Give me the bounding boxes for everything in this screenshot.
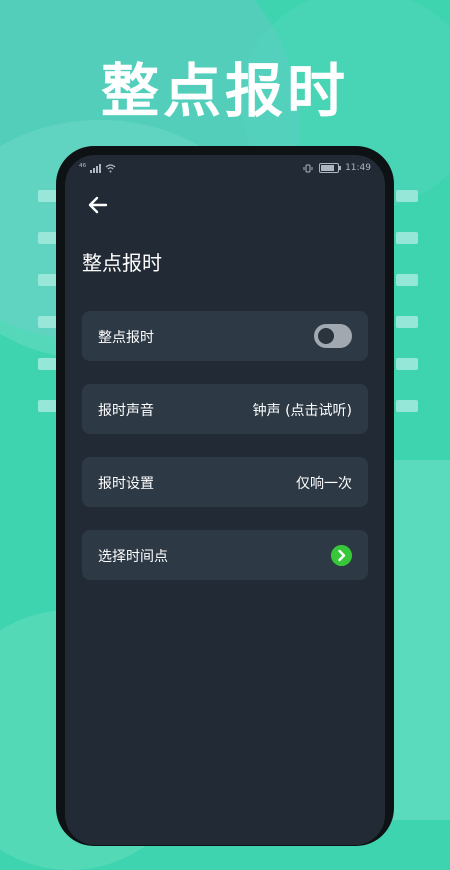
network-type: ⁴⁶ [79,163,87,173]
signal-icon [90,163,102,173]
chime-setting-row[interactable]: 报时设置 仅响一次 [82,457,368,507]
chime-sound-value: 钟声 (点击试听) [252,403,352,419]
battery-icon [319,163,342,173]
hero-title: 整点报时 [100,57,349,125]
wifi-icon [105,163,116,172]
choose-time-label: 选择时间点 [98,549,168,565]
page-title: 整点报时 [82,251,162,275]
chevron-right-icon[interactable] [331,545,352,566]
phone-frame: ⁴⁶ 11:49 整点报时 整点报时 报时声音 钟声 (点击试听) 报时设置 仅… [56,146,394,846]
hourly-chime-label: 整点报时 [98,330,154,346]
choose-time-row[interactable]: 选择时间点 [82,530,368,580]
chime-setting-value: 仅响一次 [296,476,352,492]
toggle-knob [318,328,334,344]
vibrate-icon [303,164,313,172]
app-screen: ⁴⁶ 11:49 整点报时 整点报时 报时声音 钟声 (点击试听) 报时设置 仅… [65,155,385,845]
chime-setting-label: 报时设置 [98,476,154,492]
chime-sound-row[interactable]: 报时声音 钟声 (点击试听) [82,384,368,434]
hourly-chime-toggle[interactable] [314,324,352,348]
back-arrow-icon[interactable] [84,191,112,219]
hourly-chime-row: 整点报时 [82,311,368,361]
status-bar: ⁴⁶ 11:49 [79,163,371,179]
chime-sound-label: 报时声音 [98,403,154,419]
clock-time: 11:49 [345,163,371,173]
